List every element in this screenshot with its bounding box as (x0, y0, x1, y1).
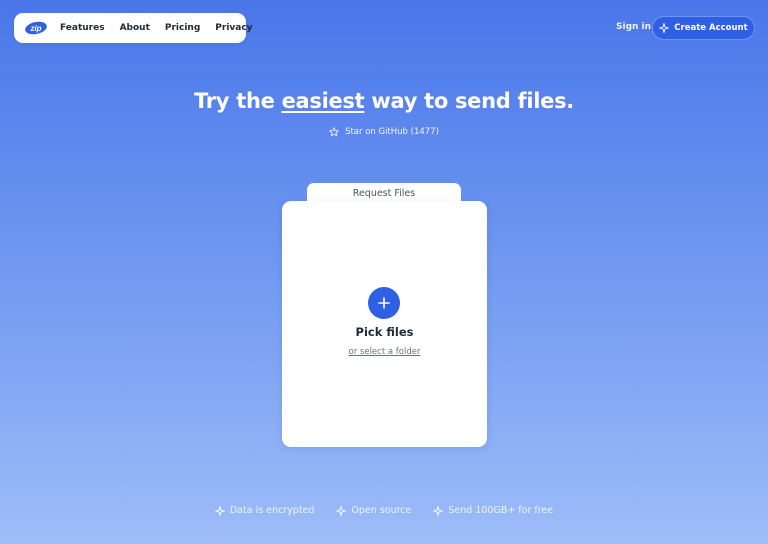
tab-request-files[interactable]: Request Files (307, 183, 461, 203)
upload-card[interactable]: Pick files or select a folder (282, 201, 487, 447)
nav-bar: zip Features About Pricing Privacy (14, 13, 253, 43)
logo-text: zip (29, 24, 41, 33)
nav-link-features[interactable]: Features (60, 23, 105, 33)
github-star-link[interactable]: Star on GitHub (1477) (0, 127, 768, 137)
title-emphasis: easiest (281, 89, 365, 113)
title-after: way to send files. (364, 89, 574, 113)
zip-logo-icon: zip (25, 21, 47, 35)
page-title: Try the easiest way to send files. (0, 89, 768, 113)
sparkle-icon (659, 23, 670, 33)
feature-label: Open source (351, 505, 412, 516)
feature-label: Send 100GB+ for free (448, 505, 554, 516)
sparkle-icon (433, 505, 444, 516)
logo[interactable]: zip (24, 20, 48, 36)
github-star-label: Star on GitHub (1477) (345, 127, 439, 137)
star-icon (329, 127, 339, 137)
sign-in-link[interactable]: Sign in (616, 22, 651, 32)
feature-list: Data is encrypted Open source Send 100GB… (0, 505, 768, 516)
create-account-button[interactable]: Create Account (652, 16, 755, 40)
create-account-label: Create Account (674, 23, 748, 33)
nav-link-about[interactable]: About (120, 23, 150, 33)
pick-files-label[interactable]: Pick files (282, 325, 487, 339)
sparkle-icon (336, 505, 347, 516)
sparkle-icon (214, 505, 225, 516)
nav-link-pricing[interactable]: Pricing (165, 23, 200, 33)
pick-files-button[interactable] (368, 287, 400, 319)
feature-label: Data is encrypted (229, 505, 315, 516)
nav-link-privacy[interactable]: Privacy (215, 23, 252, 33)
feature-item-encrypted: Data is encrypted (214, 505, 315, 516)
title-before: Try the (194, 89, 282, 113)
select-folder-link[interactable]: or select a folder (282, 347, 487, 357)
plus-icon (378, 297, 390, 309)
feature-item-open-source: Open source (336, 505, 411, 516)
feature-item-send-free: Send 100GB+ for free (433, 505, 553, 516)
